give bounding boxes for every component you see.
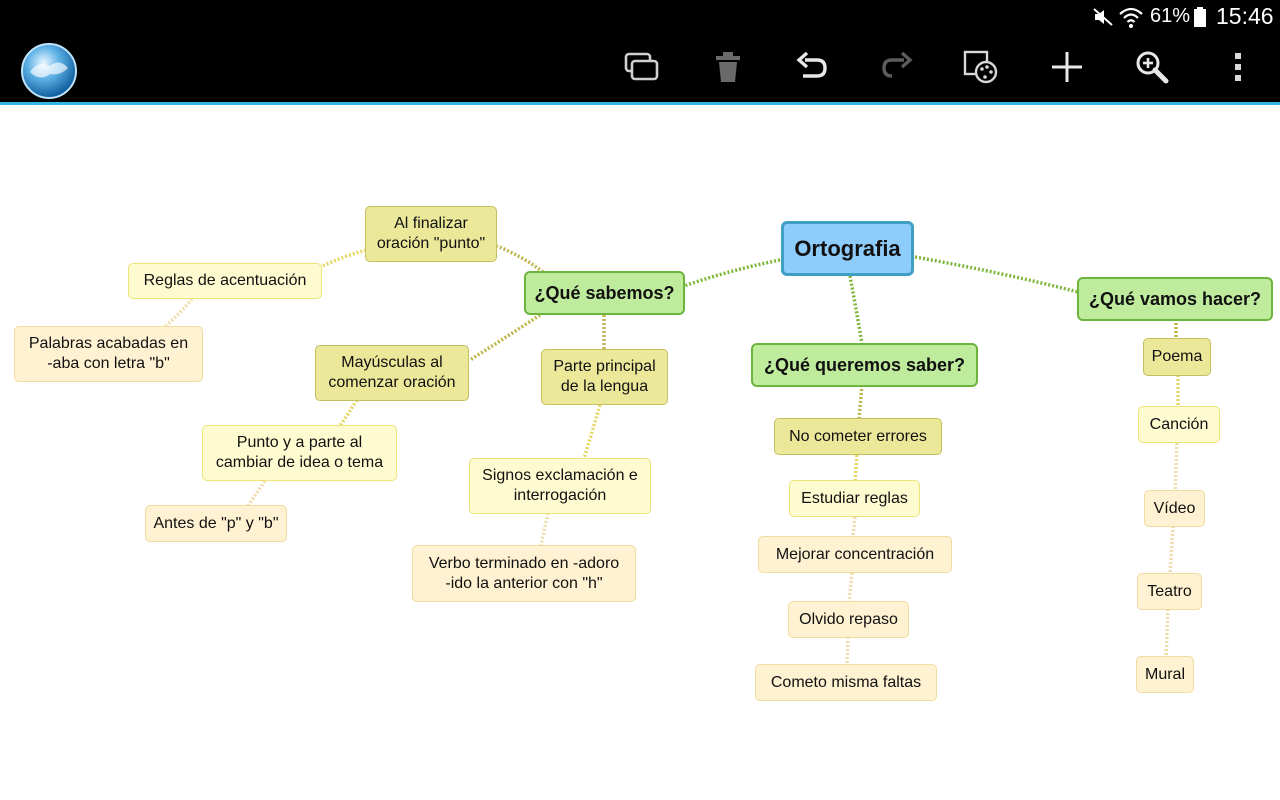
link-video-teatro bbox=[1168, 525, 1175, 575]
undo-icon bbox=[795, 51, 829, 87]
node-verbo-terminado[interactable]: Verbo terminado en -adoro -ido la anteri… bbox=[412, 545, 636, 602]
zoom-icon bbox=[1135, 50, 1169, 89]
window-icon bbox=[624, 52, 660, 87]
battery-icon bbox=[1193, 0, 1209, 33]
link-punto-antes bbox=[246, 480, 267, 507]
app-logo-icon[interactable] bbox=[20, 42, 78, 100]
link-cancion-video bbox=[1173, 442, 1179, 492]
trash-icon bbox=[715, 51, 741, 88]
node-poema[interactable]: Poema bbox=[1143, 338, 1211, 376]
status-bar: 61% 15:46 bbox=[0, 0, 1280, 33]
node-punto-y-aparte[interactable]: Punto y a parte al cambiar de idea o tem… bbox=[202, 425, 397, 481]
window-button[interactable] bbox=[620, 47, 664, 91]
overflow-menu-icon bbox=[1233, 51, 1243, 88]
node-que-queremos-saber[interactable]: ¿Qué queremos saber? bbox=[751, 343, 978, 387]
redo-button[interactable] bbox=[875, 47, 919, 91]
node-que-vamos-hacer[interactable]: ¿Qué vamos hacer? bbox=[1077, 277, 1273, 321]
node-mejorar-concentracion[interactable]: Mejorar concentración bbox=[758, 536, 952, 573]
undo-button[interactable] bbox=[790, 47, 834, 91]
node-estudiar-reglas[interactable]: Estudiar reglas bbox=[789, 480, 920, 517]
link-reglas-palabras bbox=[163, 297, 194, 329]
link-estudiar-mejorar bbox=[851, 516, 857, 538]
link-root-sabemos bbox=[683, 258, 781, 288]
node-video[interactable]: Vídeo bbox=[1144, 490, 1205, 527]
node-signos-exclamacion[interactable]: Signos exclamación e interrogación bbox=[469, 458, 651, 514]
redo-icon bbox=[880, 51, 914, 87]
node-mayusculas[interactable]: Mayúsculas al comenzar oración bbox=[315, 345, 469, 401]
node-que-sabemos[interactable]: ¿Qué sabemos? bbox=[524, 271, 685, 315]
link-queremos-nocometer bbox=[857, 384, 864, 420]
link-nocometer-estudiar bbox=[853, 454, 859, 482]
link-sabemos-mayusculas bbox=[469, 313, 541, 362]
mute-icon bbox=[1092, 0, 1116, 33]
zoom-button[interactable] bbox=[1130, 47, 1174, 91]
palette-icon bbox=[963, 50, 999, 89]
node-al-finalizar[interactable]: Al finalizar oración "punto" bbox=[365, 206, 497, 262]
link-root-queremos bbox=[848, 275, 864, 345]
action-bar bbox=[0, 33, 1280, 105]
mind-map-canvas[interactable]: Ortografia ¿Qué sabemos? ¿Qué queremos s… bbox=[0, 108, 1280, 800]
battery-percent: 61% bbox=[1150, 5, 1191, 27]
add-icon bbox=[1050, 50, 1084, 89]
node-antes-de-p-b[interactable]: Antes de "p" y "b" bbox=[145, 505, 287, 542]
link-signos-verbo bbox=[539, 512, 550, 547]
clock: 15:46 bbox=[1216, 3, 1274, 29]
node-root[interactable]: Ortografia bbox=[781, 221, 914, 276]
link-root-hacer bbox=[914, 255, 1079, 294]
link-mayusculas-punto bbox=[338, 399, 359, 427]
overflow-menu-button[interactable] bbox=[1216, 47, 1260, 91]
link-teatro-mural bbox=[1164, 608, 1170, 658]
wifi-icon bbox=[1118, 0, 1144, 33]
node-no-cometer-errores[interactable]: No cometer errores bbox=[774, 418, 942, 455]
link-mejorar-olvido bbox=[847, 572, 854, 603]
add-node-button[interactable] bbox=[1045, 47, 1089, 91]
node-reglas-acentuacion[interactable]: Reglas de acentuación bbox=[128, 263, 322, 299]
delete-button[interactable] bbox=[706, 47, 750, 91]
node-cancion[interactable]: Canción bbox=[1138, 406, 1220, 443]
link-parte-signos bbox=[582, 404, 602, 460]
node-parte-principal[interactable]: Parte principal de la lengua bbox=[541, 349, 668, 405]
node-mural[interactable]: Mural bbox=[1136, 656, 1194, 693]
link-sabemos-alfinalizar bbox=[496, 244, 545, 274]
node-teatro[interactable]: Teatro bbox=[1137, 573, 1202, 610]
link-olvido-cometo bbox=[845, 636, 850, 666]
node-cometo-misma-faltas[interactable]: Cometo misma faltas bbox=[755, 664, 937, 701]
connector-lines bbox=[163, 244, 1180, 666]
style-button[interactable] bbox=[959, 47, 1003, 91]
node-olvido-repaso[interactable]: Olvido repaso bbox=[788, 601, 909, 638]
node-palabras-acabadas[interactable]: Palabras acabadas en -aba con letra "b" bbox=[14, 326, 203, 382]
link-alfinalizar-reglas bbox=[321, 248, 367, 268]
